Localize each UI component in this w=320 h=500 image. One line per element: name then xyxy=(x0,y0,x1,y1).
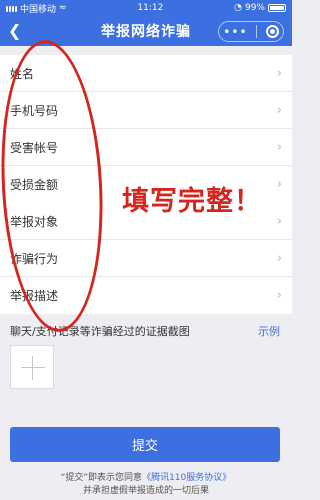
battery-percent: 99% xyxy=(244,3,265,13)
target-circle-icon[interactable] xyxy=(265,25,279,38)
signal-icon xyxy=(6,5,17,12)
service-agreement-link[interactable]: 《腾讯110服务协议》 xyxy=(142,473,231,483)
page-title: 举报网络诈骗 xyxy=(101,24,191,40)
agreement-prefix: “提交”即表示您同意 xyxy=(60,473,143,483)
chevron-left-icon[interactable]: ❮ xyxy=(8,23,22,39)
carrier-label: 中国移动 xyxy=(20,4,57,15)
chevron-right-icon: › xyxy=(276,250,282,266)
battery-icon xyxy=(268,4,286,12)
chevron-right-icon: › xyxy=(276,288,282,303)
add-screenshot-button[interactable] xyxy=(10,345,54,389)
agreement-text: “提交”即表示您同意《腾讯110服务协议》 并承担虚假举报造成的一切后果 xyxy=(0,472,292,498)
example-link[interactable]: 示例 xyxy=(258,323,280,339)
status-right: ◔ 99% xyxy=(234,3,286,13)
chevron-right-icon: › xyxy=(276,139,282,155)
evidence-label: 聊天/支付记录等诈骗经过的证据截图 xyxy=(10,325,190,338)
more-dots-icon[interactable]: ••• xyxy=(223,26,247,38)
alarm-icon: ◔ xyxy=(234,3,242,13)
chevron-right-icon: › xyxy=(276,213,282,229)
agreement-line-2: 并承担虚假举报造成的一切后果 xyxy=(82,486,209,496)
wifi-icon: ≈ xyxy=(59,3,67,13)
status-time: 11:12 xyxy=(137,3,164,13)
mini-program-capsule: ••• xyxy=(218,21,284,42)
status-bar: 中国移动 ≈ 11:12 ◔ 99% xyxy=(0,0,292,16)
submit-button[interactable]: 提交 xyxy=(10,427,280,462)
chevron-right-icon: › xyxy=(276,177,282,192)
agreement-line-1: “提交”即表示您同意《腾讯110服务协议》 xyxy=(0,472,292,485)
chevron-right-icon: › xyxy=(276,102,282,118)
status-left: 中国移动 ≈ xyxy=(6,2,67,15)
capsule-divider xyxy=(256,25,258,38)
chevron-right-icon: › xyxy=(276,65,282,81)
annotation-text: 填写完整！ xyxy=(122,186,262,217)
